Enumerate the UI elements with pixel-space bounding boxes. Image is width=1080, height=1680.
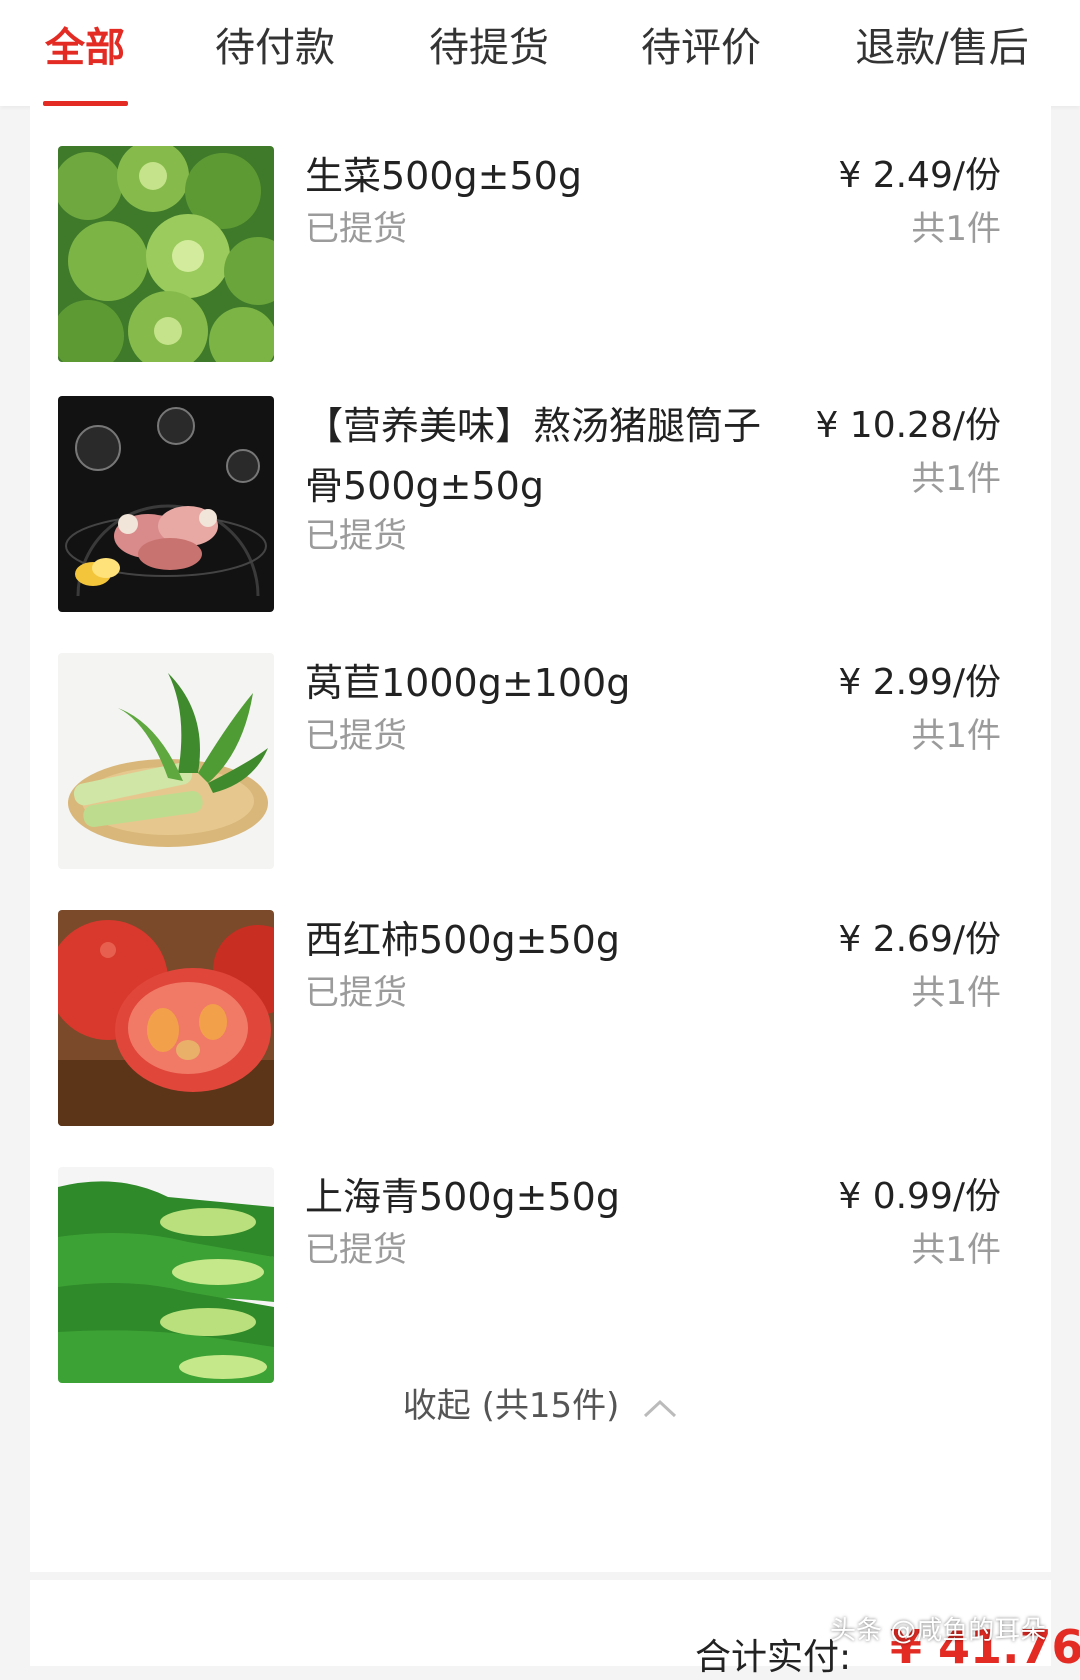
- pickup-status: 已提货: [305, 716, 407, 756]
- product-quantity: 共1件: [911, 459, 1001, 499]
- collapse-label: 收起 (共15件): [402, 1386, 620, 1426]
- order-items-card: 生菜500g±50g 已提货 ¥ 2.49/份 共1件 【营养美味】熬汤猪腿筒子…: [30, 106, 1051, 1572]
- product-title: 生菜500g±50g: [305, 154, 582, 198]
- product-quantity: 共1件: [911, 716, 1001, 756]
- product-title: 上海青500g±50g: [305, 1175, 620, 1219]
- product-quantity: 共1件: [911, 1230, 1001, 1270]
- product-price: ¥ 2.99/份: [838, 662, 1001, 703]
- order-item[interactable]: 上海青500g±50g 已提货 ¥ 0.99/份 共1件: [30, 1167, 1051, 1387]
- tab-all[interactable]: 全部: [45, 18, 125, 78]
- order-item[interactable]: 【营养美味】熬汤猪腿筒子骨500g±50g 已提货 ¥ 10.28/份 共1件: [30, 396, 1051, 616]
- order-tabs: 全部 待付款 待提货 待评价 退款/售后: [0, 0, 1080, 106]
- tab-refund-aftersale[interactable]: 退款/售后: [855, 18, 1028, 78]
- product-image-lettuce-stem: [58, 653, 274, 869]
- order-item[interactable]: 莴苣1000g±100g 已提货 ¥ 2.99/份 共1件: [30, 653, 1051, 873]
- product-title: 莴苣1000g±100g: [305, 661, 631, 705]
- watermark: 头条 @咸鱼的耳朵: [830, 1616, 1047, 1646]
- product-title: 【营养美味】熬汤猪腿筒子骨500g±50g: [305, 404, 762, 508]
- chevron-up-icon: [642, 1378, 678, 1438]
- product-price: ¥ 0.99/份: [838, 1176, 1001, 1217]
- tab-pending-payment[interactable]: 待付款: [215, 18, 335, 78]
- product-image-lettuce: [58, 146, 274, 362]
- product-title: 西红柿500g±50g: [305, 918, 620, 962]
- pickup-status: 已提货: [305, 516, 407, 556]
- total-label: 合计实付:: [695, 1637, 852, 1678]
- tab-pending-review[interactable]: 待评价: [641, 18, 761, 78]
- product-quantity: 共1件: [911, 973, 1001, 1013]
- product-image-bok-choy: [58, 1167, 274, 1383]
- pickup-status: 已提货: [305, 973, 407, 1013]
- order-item[interactable]: 西红柿500g±50g 已提货 ¥ 2.69/份 共1件: [30, 910, 1051, 1130]
- tab-pending-pickup[interactable]: 待提货: [429, 18, 549, 78]
- collapse-items-button[interactable]: 收起 (共15件): [30, 1376, 1051, 1436]
- product-image-pork-bone: [58, 396, 274, 612]
- product-price: ¥ 10.28/份: [815, 405, 1001, 446]
- product-price: ¥ 2.49/份: [838, 155, 1001, 196]
- pickup-status: 已提货: [305, 1230, 407, 1270]
- product-image-tomato: [58, 910, 274, 1126]
- pickup-status: 已提货: [305, 209, 407, 249]
- order-item[interactable]: 生菜500g±50g 已提货 ¥ 2.49/份 共1件: [30, 146, 1051, 366]
- product-quantity: 共1件: [911, 209, 1001, 249]
- product-price: ¥ 2.69/份: [838, 919, 1001, 960]
